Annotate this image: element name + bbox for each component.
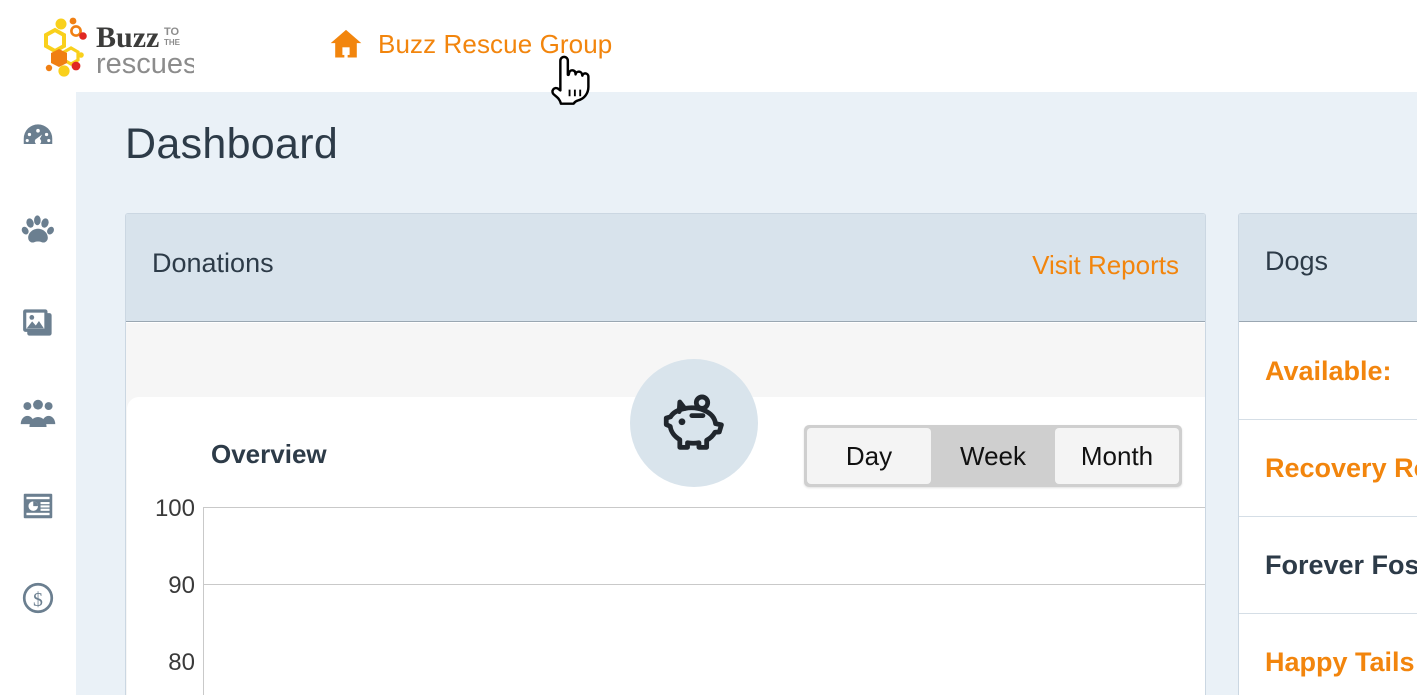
range-option-month[interactable]: Month <box>1055 428 1179 484</box>
dogs-row-happy-tails[interactable]: Happy Tails <box>1239 614 1417 695</box>
sidebar-item-photos[interactable] <box>0 276 76 368</box>
home-nav-link[interactable]: Buzz Rescue Group <box>328 26 612 62</box>
top-header-bar: Buzz TO THE rescues Buzz Rescue Group <box>0 0 1417 92</box>
svg-text:TO: TO <box>164 26 180 38</box>
date-range-segmented-control: Day Week Month <box>804 425 1182 487</box>
sidebar-item-people[interactable] <box>0 368 76 460</box>
range-option-day[interactable]: Day <box>807 428 931 484</box>
visit-reports-link[interactable]: Visit Reports <box>1032 250 1179 281</box>
app-root: Buzz TO THE rescues Buzz Rescue Group $ … <box>0 0 1417 695</box>
dollar-circle-icon: $ <box>22 582 54 614</box>
donations-card-title: Donations <box>152 248 274 278</box>
buzz-to-the-rescues-logo-icon: Buzz TO THE rescues <box>44 17 194 80</box>
report-card-icon <box>23 493 53 519</box>
piggy-bank-badge <box>630 359 758 487</box>
dogs-row-available[interactable]: Available: <box>1239 323 1417 420</box>
dashboard-gauge-icon <box>23 124 53 145</box>
y-tick-90: 90 <box>168 572 195 599</box>
sidebar-item-donations[interactable]: $ <box>0 552 76 644</box>
chart-y-axis <box>203 507 204 695</box>
svg-text:$: $ <box>33 589 43 611</box>
donations-card: Donations Visit Reports Overview Day Wee… <box>125 213 1206 695</box>
gridline-100 <box>203 507 1205 508</box>
page-title: Dashboard <box>125 120 339 168</box>
photo-gallery-icon <box>23 309 52 336</box>
sidebar-item-reports[interactable] <box>0 460 76 552</box>
svg-text:THE: THE <box>164 38 181 47</box>
sidebar-item-animals[interactable] <box>0 184 76 276</box>
paw-print-icon <box>21 215 54 243</box>
gridline-90 <box>203 584 1205 585</box>
piggy-bank-icon <box>663 394 724 450</box>
home-icon <box>330 29 362 58</box>
overview-title: Overview <box>211 439 327 469</box>
dogs-card-header: Dogs <box>1239 214 1417 322</box>
gridline-80 <box>203 661 1205 662</box>
brand-logo[interactable]: Buzz TO THE rescues <box>24 8 194 84</box>
range-option-week[interactable]: Week <box>931 428 1055 484</box>
dogs-row-forever-foster[interactable]: Forever Foster <box>1239 517 1417 614</box>
dogs-row-recovery-road[interactable]: Recovery Road <box>1239 420 1417 517</box>
y-tick-80: 80 <box>168 649 195 676</box>
y-tick-100: 100 <box>154 495 195 522</box>
donations-overview-chart: 100 90 80 <box>127 495 1205 695</box>
donations-card-header: Donations Visit Reports <box>126 214 1205 322</box>
people-group-icon <box>20 399 56 427</box>
home-nav-label: Buzz Rescue Group <box>378 28 613 59</box>
sidebar-item-dashboard[interactable] <box>0 92 76 184</box>
dogs-card: Dogs Available: Recovery Road Forever Fo… <box>1238 213 1417 695</box>
content-area: Dashboard Donations Visit Reports Overvi… <box>76 92 1417 695</box>
svg-text:rescues: rescues <box>96 48 194 80</box>
dogs-card-body: Available: Recovery Road Forever Foster … <box>1239 323 1417 695</box>
left-icon-rail: $ <box>0 92 76 695</box>
dogs-card-title: Dogs <box>1265 246 1329 276</box>
